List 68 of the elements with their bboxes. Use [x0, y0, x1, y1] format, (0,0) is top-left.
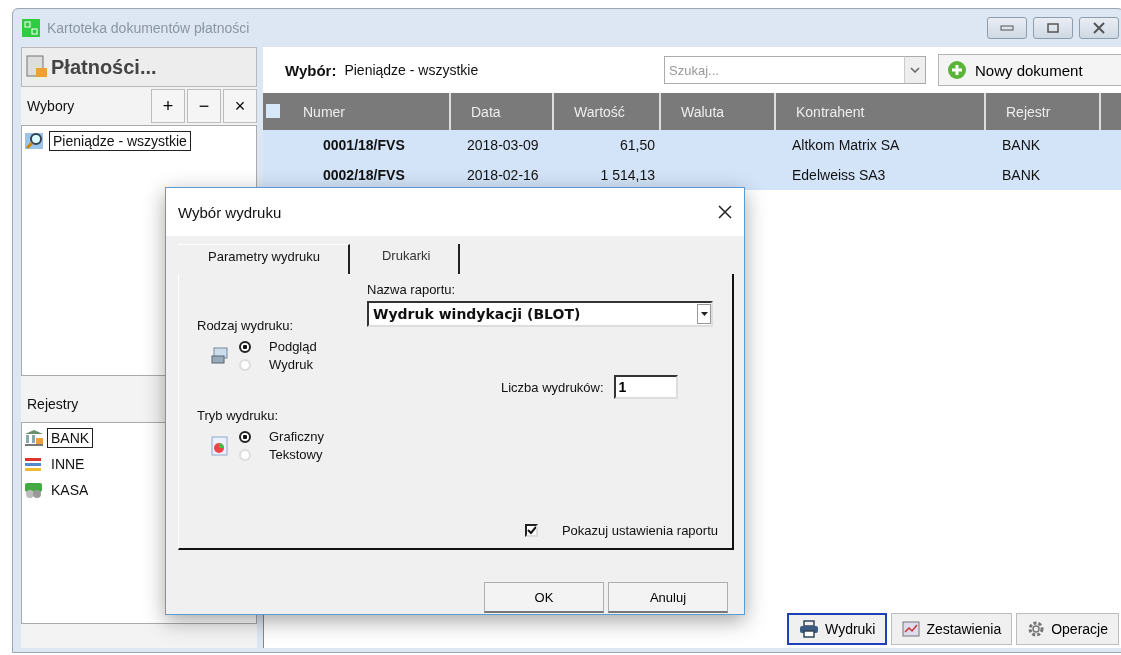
- dialog-button[interactable]: OK: [484, 582, 604, 613]
- close-button[interactable]: [1079, 17, 1119, 39]
- copies-field[interactable]: 1: [613, 375, 678, 399]
- radio-option[interactable]: Graficzny: [239, 429, 324, 444]
- selection-item[interactable]: Pieniądze - wszystkie: [49, 131, 191, 151]
- chart-icon: [902, 621, 921, 637]
- money-icon: [24, 480, 44, 499]
- toolbar-button[interactable]: Zestawienia: [891, 613, 1013, 645]
- table-cell-text: 2018-02-16: [466, 167, 540, 183]
- app-icon: [21, 18, 41, 38]
- report-name-label: Nazwa raportu:: [367, 282, 457, 297]
- table-cell-text: 1 514,13: [599, 167, 656, 183]
- table-cell-text: 0002/18/FVS: [322, 167, 406, 183]
- register-item[interactable]: KASA: [47, 479, 93, 500]
- maximize-button[interactable]: [1033, 17, 1073, 39]
- preview-icon: [211, 346, 229, 365]
- radio-option[interactable]: Tekstowy: [239, 447, 324, 462]
- radio-option[interactable]: Wydruk: [239, 357, 317, 372]
- toolbar-button[interactable]: +: [151, 89, 185, 123]
- table-cell-text: BANK: [1001, 167, 1042, 183]
- select-all-checkbox[interactable]: [266, 104, 280, 118]
- dropdown-arrow-icon: [700, 312, 708, 316]
- new-document-button[interactable]: Nowy dokument: [938, 54, 1121, 86]
- table-cell-text: BANK: [1001, 137, 1042, 153]
- table-cell-text: 2018-03-09: [466, 137, 540, 153]
- magnifier-icon: [24, 131, 46, 151]
- table-cell-text: 61,50: [618, 137, 656, 153]
- search-field[interactable]: Szukaj...: [664, 56, 904, 84]
- dialog-tab[interactable]: Drukarki: [350, 244, 461, 274]
- table-cell-text: 0001/18/FVS: [322, 137, 406, 153]
- register-item[interactable]: INNE: [47, 453, 89, 474]
- maximize-icon: [1047, 23, 1059, 33]
- printer-icon: [799, 620, 820, 638]
- checkmark-icon: [526, 526, 536, 535]
- registers-label: Rejestry: [27, 395, 80, 412]
- section-title: Płatności...: [51, 55, 157, 79]
- dialog-title: Wybór wydruku: [178, 203, 282, 221]
- close-icon: [1093, 22, 1105, 34]
- table-row[interactable]: 0002/18/FVS 2018-02-16 1 514,13 Edelweiss SA3 BANK: [263, 160, 1121, 190]
- toolbar-button[interactable]: Wydruki: [787, 613, 888, 645]
- dropdown-button[interactable]: [904, 56, 926, 84]
- gear-icon: [1027, 620, 1046, 638]
- show-settings-checkbox[interactable]: Pokazuj ustawienia raportu: [524, 523, 718, 538]
- print-type-label: Rodzaj wydruku:: [197, 318, 295, 333]
- table-cell-text: Edelweiss SA3: [791, 167, 887, 183]
- toolbar-button[interactable]: Operacje: [1016, 613, 1119, 645]
- plus-icon: [947, 60, 967, 80]
- document-icon: [26, 55, 48, 79]
- selection-value: Pieniądze - wszystkie: [344, 62, 480, 78]
- selection-label: Wybór:: [285, 61, 337, 79]
- toolbar-button[interactable]: −: [187, 89, 221, 123]
- table-cell-text: Altkom Matrix SA: [791, 137, 901, 153]
- radio-option[interactable]: Podgląd: [239, 339, 317, 354]
- register-item[interactable]: BANK: [47, 427, 94, 448]
- pie-chart-document-icon: [211, 435, 229, 456]
- copies-label: Liczba wydruków:: [501, 379, 604, 395]
- table-row[interactable]: 0001/18/FVS 2018-03-09 61,50 Altkom Matrix SA BANK: [263, 130, 1121, 160]
- dialog-tab[interactable]: Parametry wydruku: [178, 244, 350, 274]
- toolbar-button[interactable]: ×: [223, 89, 257, 123]
- dialog-button[interactable]: Anuluj: [608, 582, 728, 613]
- print-mode-label: Tryb wydruku:: [197, 408, 280, 423]
- bank-icon: [24, 428, 44, 447]
- window-title: Kartoteka dokumentów płatności: [47, 20, 251, 36]
- selections-label: Wybory: [27, 98, 76, 114]
- minimize-icon: [1000, 25, 1014, 31]
- close-icon[interactable]: [718, 205, 732, 219]
- minimize-button[interactable]: [987, 17, 1027, 39]
- report-name-dropdown[interactable]: Wydruk windykacji (BLOT): [367, 301, 713, 327]
